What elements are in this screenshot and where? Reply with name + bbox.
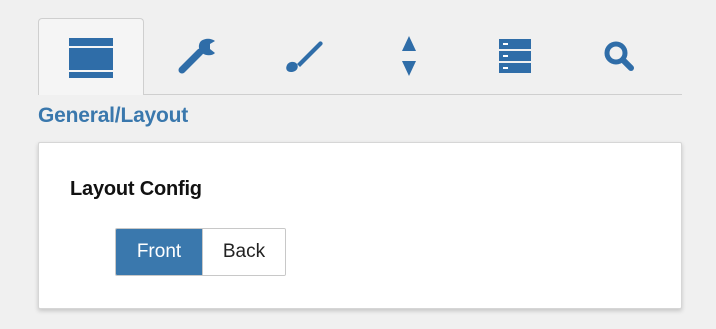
tab-search[interactable] [568,18,674,94]
layout-icon [65,34,117,80]
wrench-icon [171,33,223,79]
sort-arrows-icon [383,33,435,79]
back-option-button[interactable]: Back [202,229,285,275]
tab-data[interactable] [462,18,568,94]
search-icon [595,33,647,79]
section-title: General/Layout [38,104,189,127]
front-back-toggle[interactable]: Front Back [115,228,286,276]
tab-general[interactable] [38,18,144,95]
layout-config-card: Layout Config Front Back [38,142,682,309]
tab-bar [38,18,682,95]
card-title: Layout Config [70,178,202,200]
front-option-button[interactable]: Front [116,229,202,275]
tab-sort[interactable] [356,18,462,94]
tab-style[interactable] [250,18,356,94]
layout-panel: General/Layout Layout Config Front Back [0,0,716,329]
brush-icon [277,33,329,79]
tab-tools[interactable] [144,18,250,94]
database-icon [489,33,541,79]
